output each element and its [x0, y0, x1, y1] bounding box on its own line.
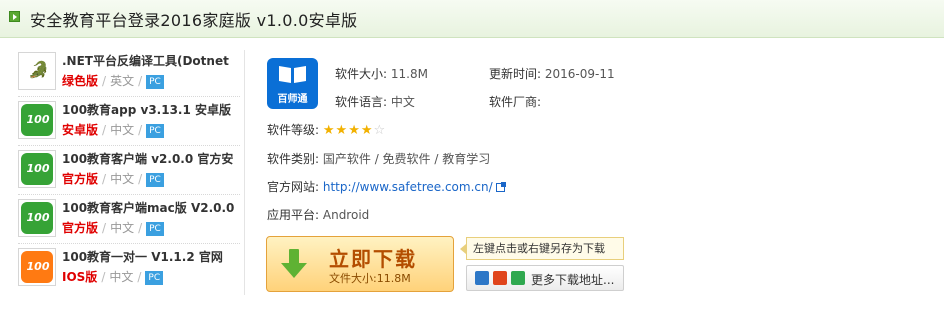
category-value: 国产软件 / 免费软件 / 教育学习 [322, 152, 491, 166]
software-name-link[interactable]: .NET平台反编译工具(Dotnet [62, 52, 242, 69]
software-meta: 官方版 / 中文 / PC [62, 170, 164, 187]
size-label: 软件大小: [335, 67, 388, 81]
software-thumbnail[interactable]: 100 [18, 199, 56, 237]
edition-tag: 安卓版 [62, 123, 99, 137]
download-size-label: 文件大小:11.8M [329, 272, 411, 285]
app-logo: 百师通 [267, 58, 318, 109]
rating-stars: ★★★★☆ [323, 123, 386, 138]
list-item[interactable]: 🐊 .NET平台反编译工具(Dotnet 绿色版 / 英文 / PC [18, 50, 240, 97]
info-vendor: 软件厂商: [489, 93, 541, 110]
download-tip: 左键点击或右键另存为下载 [460, 237, 624, 260]
website-link[interactable]: http://www.safetree.com.cn/ [323, 180, 493, 194]
rating-label: 软件等级: [267, 123, 320, 137]
list-item[interactable]: 100 100教育一对一 V1.1.2 官网 IOS版 / 中文 / PC [18, 246, 240, 292]
info-rating: 软件等级: ★★★★☆ [267, 121, 386, 138]
title-bar: 安全教育平台登录2016家庭版 v1.0.0安卓版 [0, 0, 944, 38]
list-item[interactable]: 100 100教育客户端mac版 V2.0.0 官方版 / 中文 / PC [18, 197, 240, 244]
language-label: 中文 [109, 270, 134, 284]
external-link-icon[interactable] [495, 182, 506, 192]
star-icon: ★ [335, 123, 349, 138]
list-item[interactable]: 100 100教育app v3.13.1 安卓版 安卓版 / 中文 / PC [18, 99, 240, 146]
logo-100-icon: 100 [26, 113, 50, 126]
software-thumbnail[interactable]: 100 [18, 101, 56, 139]
vendor-label: 软件厂商: [489, 95, 542, 109]
updated-value: 2016-09-11 [544, 67, 615, 81]
browser-icon [475, 271, 489, 285]
language-value: 中文 [390, 95, 415, 109]
star-icon: ★ [322, 123, 336, 138]
edition-tag: 绿色版 [62, 74, 99, 88]
star-icon: ★ [360, 123, 374, 138]
software-name-link[interactable]: 100教育客户端 v2.0.0 官方安 [62, 150, 242, 167]
software-thumbnail[interactable]: 100 [18, 150, 56, 188]
download-manager-icon [511, 271, 525, 285]
edition-tag: 官方版 [62, 221, 99, 235]
platform-badge: PC [146, 173, 164, 187]
platform-badge: PC [146, 75, 164, 89]
platform-label: 应用平台: [267, 208, 320, 222]
platform-badge: PC [146, 124, 164, 138]
download-button[interactable]: 立即下载 文件大小:11.8M [266, 236, 454, 292]
software-meta: 绿色版 / 英文 / PC [62, 72, 164, 89]
more-download-button[interactable]: 更多下载地址... [466, 265, 624, 291]
edition-tag: 官方版 [62, 172, 99, 186]
category-label: 软件类别: [267, 152, 320, 166]
related-software-list: 🐊 .NET平台反编译工具(Dotnet 绿色版 / 英文 / PC 100 100教育… [10, 50, 245, 295]
software-meta: IOS版 / 中文 / PC [62, 268, 164, 285]
info-language: 软件语言: 中文 [335, 93, 415, 110]
book-icon [279, 67, 306, 84]
star-icon: ★ [348, 123, 361, 138]
language-label: 英文 [110, 74, 135, 88]
info-platform: 应用平台: Android [267, 206, 369, 223]
software-meta: 安卓版 / 中文 / PC [62, 121, 164, 138]
updated-label: 更新时间: [489, 67, 542, 81]
logo-100-icon: 100 [26, 162, 50, 175]
info-website: 官方网站: http://www.safetree.com.cn/ [267, 178, 506, 195]
logo-100-icon: 100 [26, 260, 50, 273]
info-category: 软件类别: 国产软件 / 免费软件 / 教育学习 [267, 150, 490, 167]
platform-badge: PC [145, 271, 164, 285]
platform-badge: PC [146, 222, 164, 236]
language-label: 中文 [110, 123, 135, 137]
download-arrow-icon [281, 249, 307, 279]
info-size: 软件大小: 11.8M [335, 65, 428, 82]
list-item[interactable]: 100 100教育客户端 v2.0.0 官方安 官方版 / 中文 / PC [18, 148, 240, 195]
software-thumbnail[interactable]: 100 [18, 248, 56, 286]
platform-value: Android [322, 208, 370, 222]
software-name-link[interactable]: 100教育app v3.13.1 安卓版 [62, 101, 242, 118]
crocodile-icon: 🐊 [28, 60, 48, 79]
language-label: 中文 [110, 172, 135, 186]
download-tool-icon [493, 271, 507, 285]
website-label: 官方网站: [267, 180, 320, 194]
language-label: 中文 [110, 221, 135, 235]
software-name-link[interactable]: 100教育客户端mac版 V2.0.0 [62, 199, 242, 216]
software-meta: 官方版 / 中文 / PC [62, 219, 164, 236]
info-updated: 更新时间: 2016-09-11 [489, 65, 615, 82]
language-label: 软件语言: [335, 95, 388, 109]
play-bullet-icon [9, 11, 20, 22]
star-empty-icon: ☆ [373, 123, 387, 138]
size-value: 11.8M [390, 67, 428, 81]
edition-tag: IOS版 [62, 270, 98, 284]
download-label: 立即下载 [329, 247, 417, 271]
more-download-label: 更多下载地址... [531, 273, 615, 287]
software-name-link[interactable]: 100教育一对一 V1.1.2 官网 [62, 248, 242, 265]
software-thumbnail[interactable]: 🐊 [18, 52, 56, 90]
app-logo-text: 百师通 [277, 94, 308, 105]
page-title: 安全教育平台登录2016家庭版 v1.0.0安卓版 [30, 11, 358, 30]
logo-100-icon: 100 [26, 211, 50, 224]
